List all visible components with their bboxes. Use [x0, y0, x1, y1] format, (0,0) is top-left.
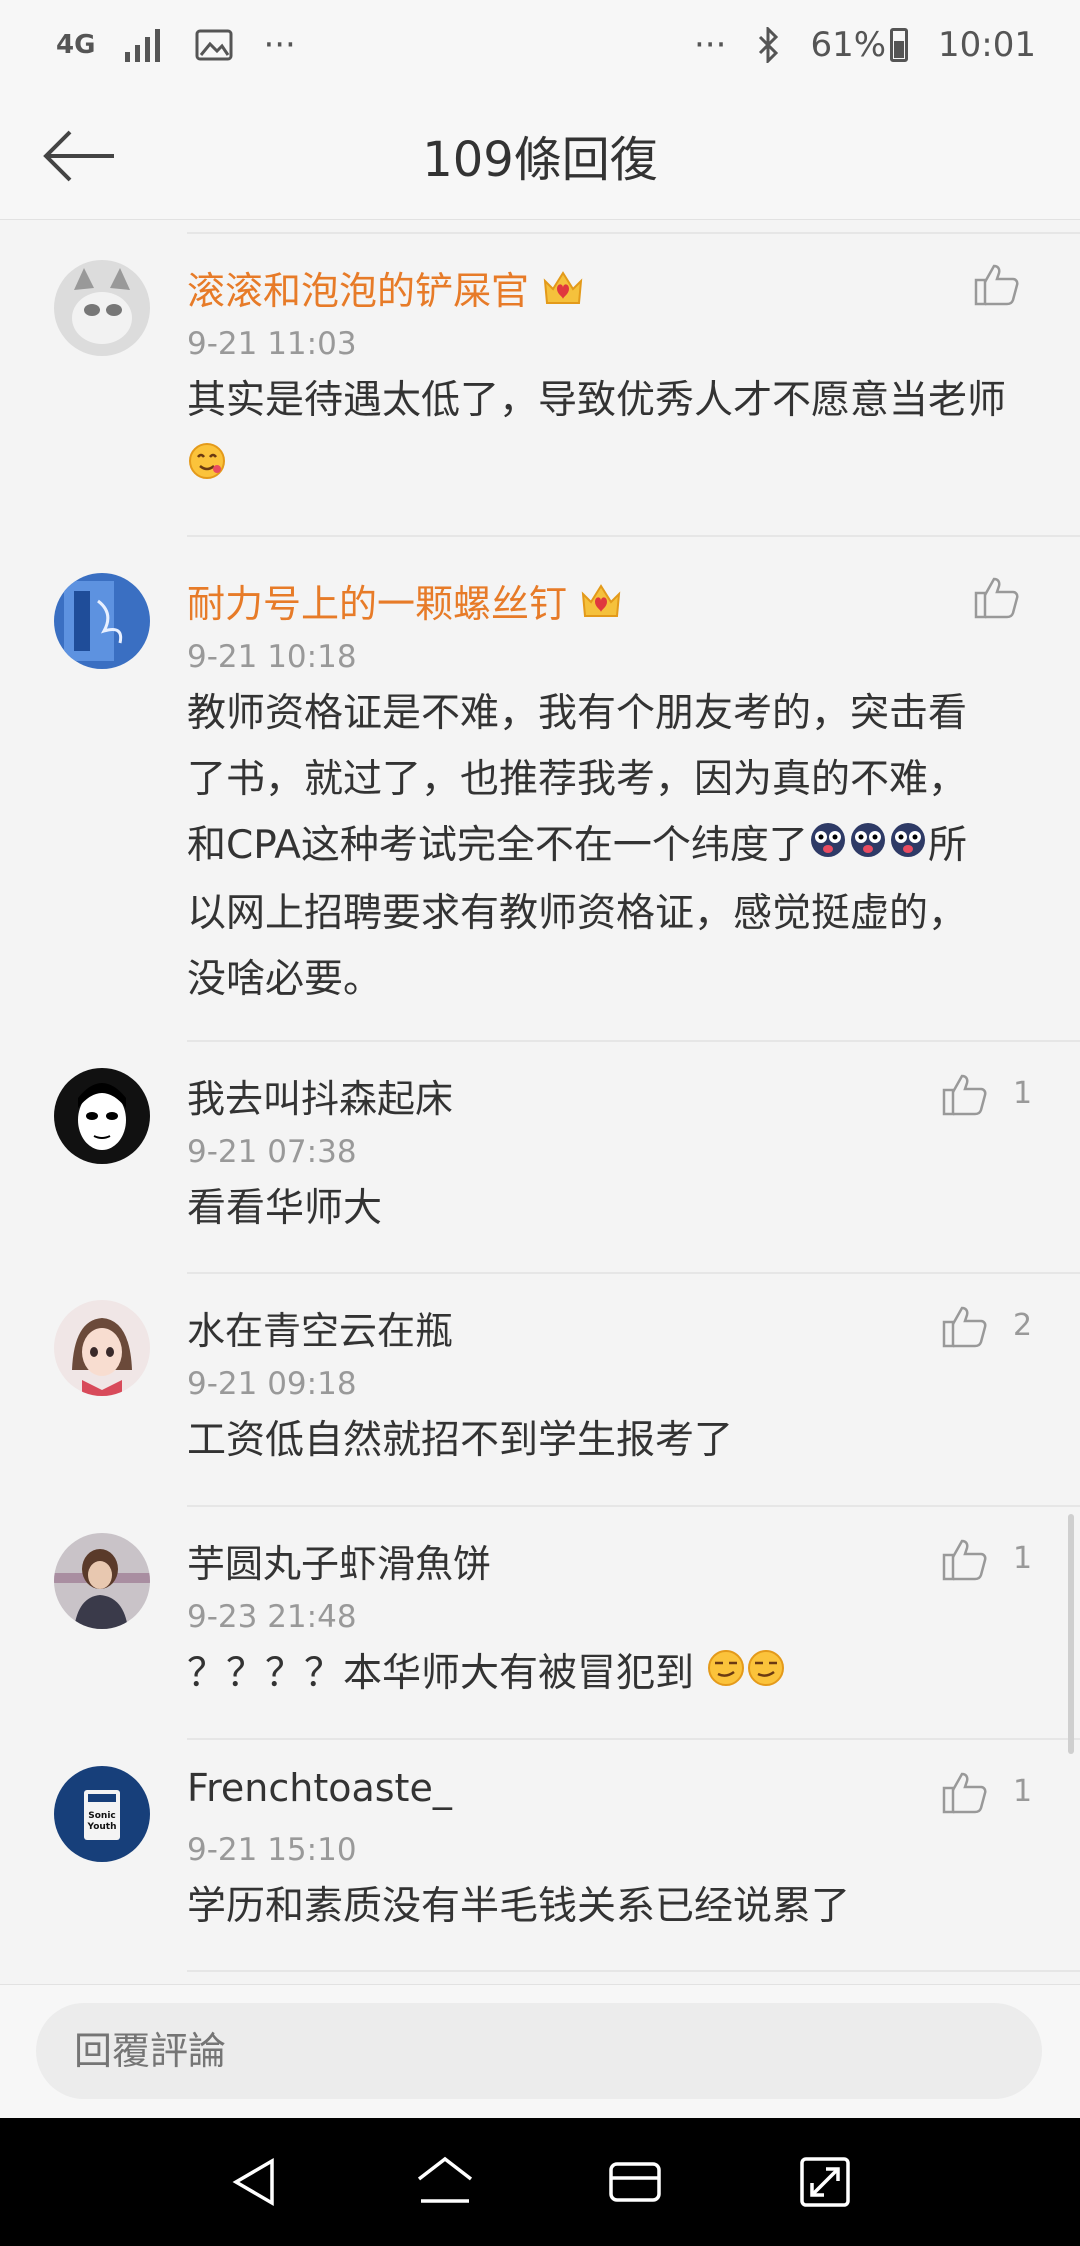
network-type-icon: 4G — [56, 30, 96, 60]
comment-time: 9-21 11:03 — [187, 326, 357, 362]
status-left: 4G ··· — [56, 25, 296, 65]
dizzy-face-emoji-icon — [888, 815, 928, 881]
comment-line-text: 所 — [927, 823, 967, 868]
username[interactable]: Frenchtoaste_ — [187, 1766, 452, 1810]
username-text: 滚滚和泡泡的铲屎官 — [187, 269, 530, 313]
like-button[interactable] — [942, 1072, 988, 1116]
battery-group: 61% — [810, 25, 909, 65]
reply-bar — [0, 1984, 1080, 2118]
like-button[interactable] — [942, 1537, 988, 1581]
username-text: 耐力号上的一颗螺丝钉 — [187, 582, 568, 626]
status-bar: 4G ··· ··· 61% 10:01 — [0, 0, 1080, 90]
username[interactable]: 耐力号上的一颗螺丝钉 — [187, 573, 623, 631]
comment-time: 9-21 09:18 — [187, 1366, 357, 1402]
comment-item: 耐力号上的一颗螺丝钉 9-21 10:18 教师资格证是不难，我有个朋友考的，突… — [0, 535, 1080, 1002]
comment-text: 其实是待遇太低了，导致优秀人才不愿意当老师 — [187, 378, 1007, 423]
comment-time: 9-21 07:38 — [187, 1134, 357, 1170]
comment-content: 看看华师大 — [187, 1186, 383, 1231]
thumbs-up-icon — [942, 1074, 987, 1116]
nav-back-button[interactable] — [205, 2132, 305, 2232]
comment-line: 教师资格证是不难，我有个朋友考的，突击看 — [187, 691, 968, 736]
divider — [187, 1970, 1080, 1972]
nav-split-screen-button[interactable] — [775, 2132, 875, 2232]
like-button[interactable] — [974, 575, 1020, 619]
nav-home-button[interactable] — [395, 2132, 495, 2232]
comment-line: 以网上招聘要求有教师资格证，感觉挺虚的， — [187, 890, 968, 936]
username[interactable]: 我去叫抖森起床 — [187, 1068, 453, 1123]
scrollbar[interactable] — [1068, 1514, 1074, 1754]
system-nav-bar — [0, 2118, 1080, 2246]
nav-recents-icon — [609, 2162, 661, 2202]
like-button[interactable] — [942, 1770, 988, 1814]
reply-input[interactable] — [36, 2003, 1042, 2099]
dizzy-face-emoji-icon — [808, 815, 848, 881]
clock: 10:01 — [938, 25, 1036, 65]
split-screen-icon — [800, 2157, 850, 2207]
comment-content: 教师资格证是不难，我有个朋友考的，突击看 了书，就过了，也推荐我考，因为真的不难… — [187, 681, 1037, 1013]
status-right: ··· 61% 10:01 — [694, 25, 1036, 65]
comment-content: 学历和素质没有半毛钱关系已经说累了 — [187, 1884, 851, 1929]
like-button[interactable] — [974, 262, 1020, 306]
bluetooth-icon — [756, 27, 780, 63]
thumbs-up-icon — [974, 577, 1019, 619]
avatar[interactable] — [54, 1533, 150, 1629]
avatar[interactable] — [54, 1300, 150, 1396]
avatar[interactable]: Sonic Youth — [54, 1766, 150, 1862]
more-status-icon: ··· — [694, 25, 727, 65]
avatar[interactable] — [54, 1068, 150, 1164]
like-count: 2 — [1013, 1308, 1033, 1343]
like-button[interactable] — [942, 1304, 988, 1348]
signal-icon — [125, 28, 165, 62]
username[interactable]: 滚滚和泡泡的铲屎官 — [187, 260, 585, 318]
nav-recents-button[interactable] — [585, 2132, 685, 2232]
comment-text: ？？？？本华师大有被冒犯到 — [187, 1651, 695, 1696]
comment-item: 我去叫抖森起床 9-21 07:38 看看华师大 1 — [0, 1040, 1080, 1272]
back-arrow-icon — [43, 130, 114, 182]
nav-back-icon — [232, 2157, 274, 2207]
like-count: 1 — [1013, 1541, 1033, 1576]
comment-line: 了书，就过了，也推荐我考，因为真的不难， — [187, 757, 968, 802]
comment-time: 9-21 10:18 — [187, 639, 357, 675]
comment-line-text: 和CPA这种考试完全不在一个纬度了 — [187, 823, 808, 868]
image-notification-icon — [195, 29, 233, 61]
svg-text:Sonic: Sonic — [88, 1811, 116, 1821]
like-count: 1 — [1013, 1076, 1033, 1111]
comment-content: 其实是待遇太低了，导致优秀人才不愿意当老师 — [187, 368, 1037, 502]
thumbs-up-icon — [942, 1539, 987, 1581]
username[interactable]: 水在青空云在瓶 — [187, 1300, 453, 1355]
comment-time: 9-21 15:10 — [187, 1832, 357, 1868]
title-bar: 109條回復 — [0, 90, 1080, 220]
comment-item: 芋圆丸子虾滑魚饼 9-23 21:48 ？？？？本华师大有被冒犯到 1 — [0, 1505, 1080, 1738]
smirk-face-emoji-icon — [706, 1643, 746, 1709]
svg-text:Youth: Youth — [87, 1822, 117, 1832]
comment-content: ？？？？本华师大有被冒犯到 — [187, 1641, 1037, 1709]
comment-item: 滚滚和泡泡的铲屎官 9-21 11:03 其实是待遇太低了，导致优秀人才不愿意当… — [0, 222, 1080, 532]
more-notifications-icon: ··· — [263, 25, 296, 65]
comment-content: 工资低自然就招不到学生报考了 — [187, 1418, 734, 1463]
thumbs-up-icon — [942, 1306, 987, 1348]
username[interactable]: 芋圆丸子虾滑魚饼 — [187, 1533, 491, 1588]
avatar[interactable] — [54, 573, 150, 669]
battery-icon — [890, 28, 909, 62]
battery-percent: 61% — [810, 25, 887, 65]
vip-crown-icon — [579, 582, 623, 631]
comment-line: 和CPA这种考试完全不在一个纬度了 所 — [187, 813, 1037, 881]
nav-home-icon — [417, 2156, 473, 2203]
dizzy-face-emoji-icon — [848, 815, 888, 881]
thumbs-up-icon — [942, 1772, 987, 1814]
comment-item: 水在青空云在瓶 9-21 09:18 工资低自然就招不到学生报考了 2 — [0, 1272, 1080, 1506]
vip-crown-icon — [541, 269, 585, 318]
like-count: 1 — [1013, 1774, 1033, 1809]
page-title: 109條回復 — [422, 131, 658, 188]
comment-item: Sonic Youth Frenchtoaste_ 9-21 15:10 学历和素… — [0, 1738, 1080, 1978]
thumbs-up-icon — [974, 264, 1019, 306]
comment-list[interactable]: 滚滚和泡泡的铲屎官 9-21 11:03 其实是待遇太低了，导致优秀人才不愿意当… — [0, 222, 1080, 1984]
drooling-face-emoji-icon — [187, 436, 227, 502]
comment-line: 没啥必要。 — [187, 956, 383, 1002]
smirk-face-emoji-icon — [746, 1643, 786, 1709]
avatar[interactable] — [54, 260, 150, 356]
comment-time: 9-23 21:48 — [187, 1599, 357, 1635]
back-button[interactable] — [38, 116, 122, 196]
